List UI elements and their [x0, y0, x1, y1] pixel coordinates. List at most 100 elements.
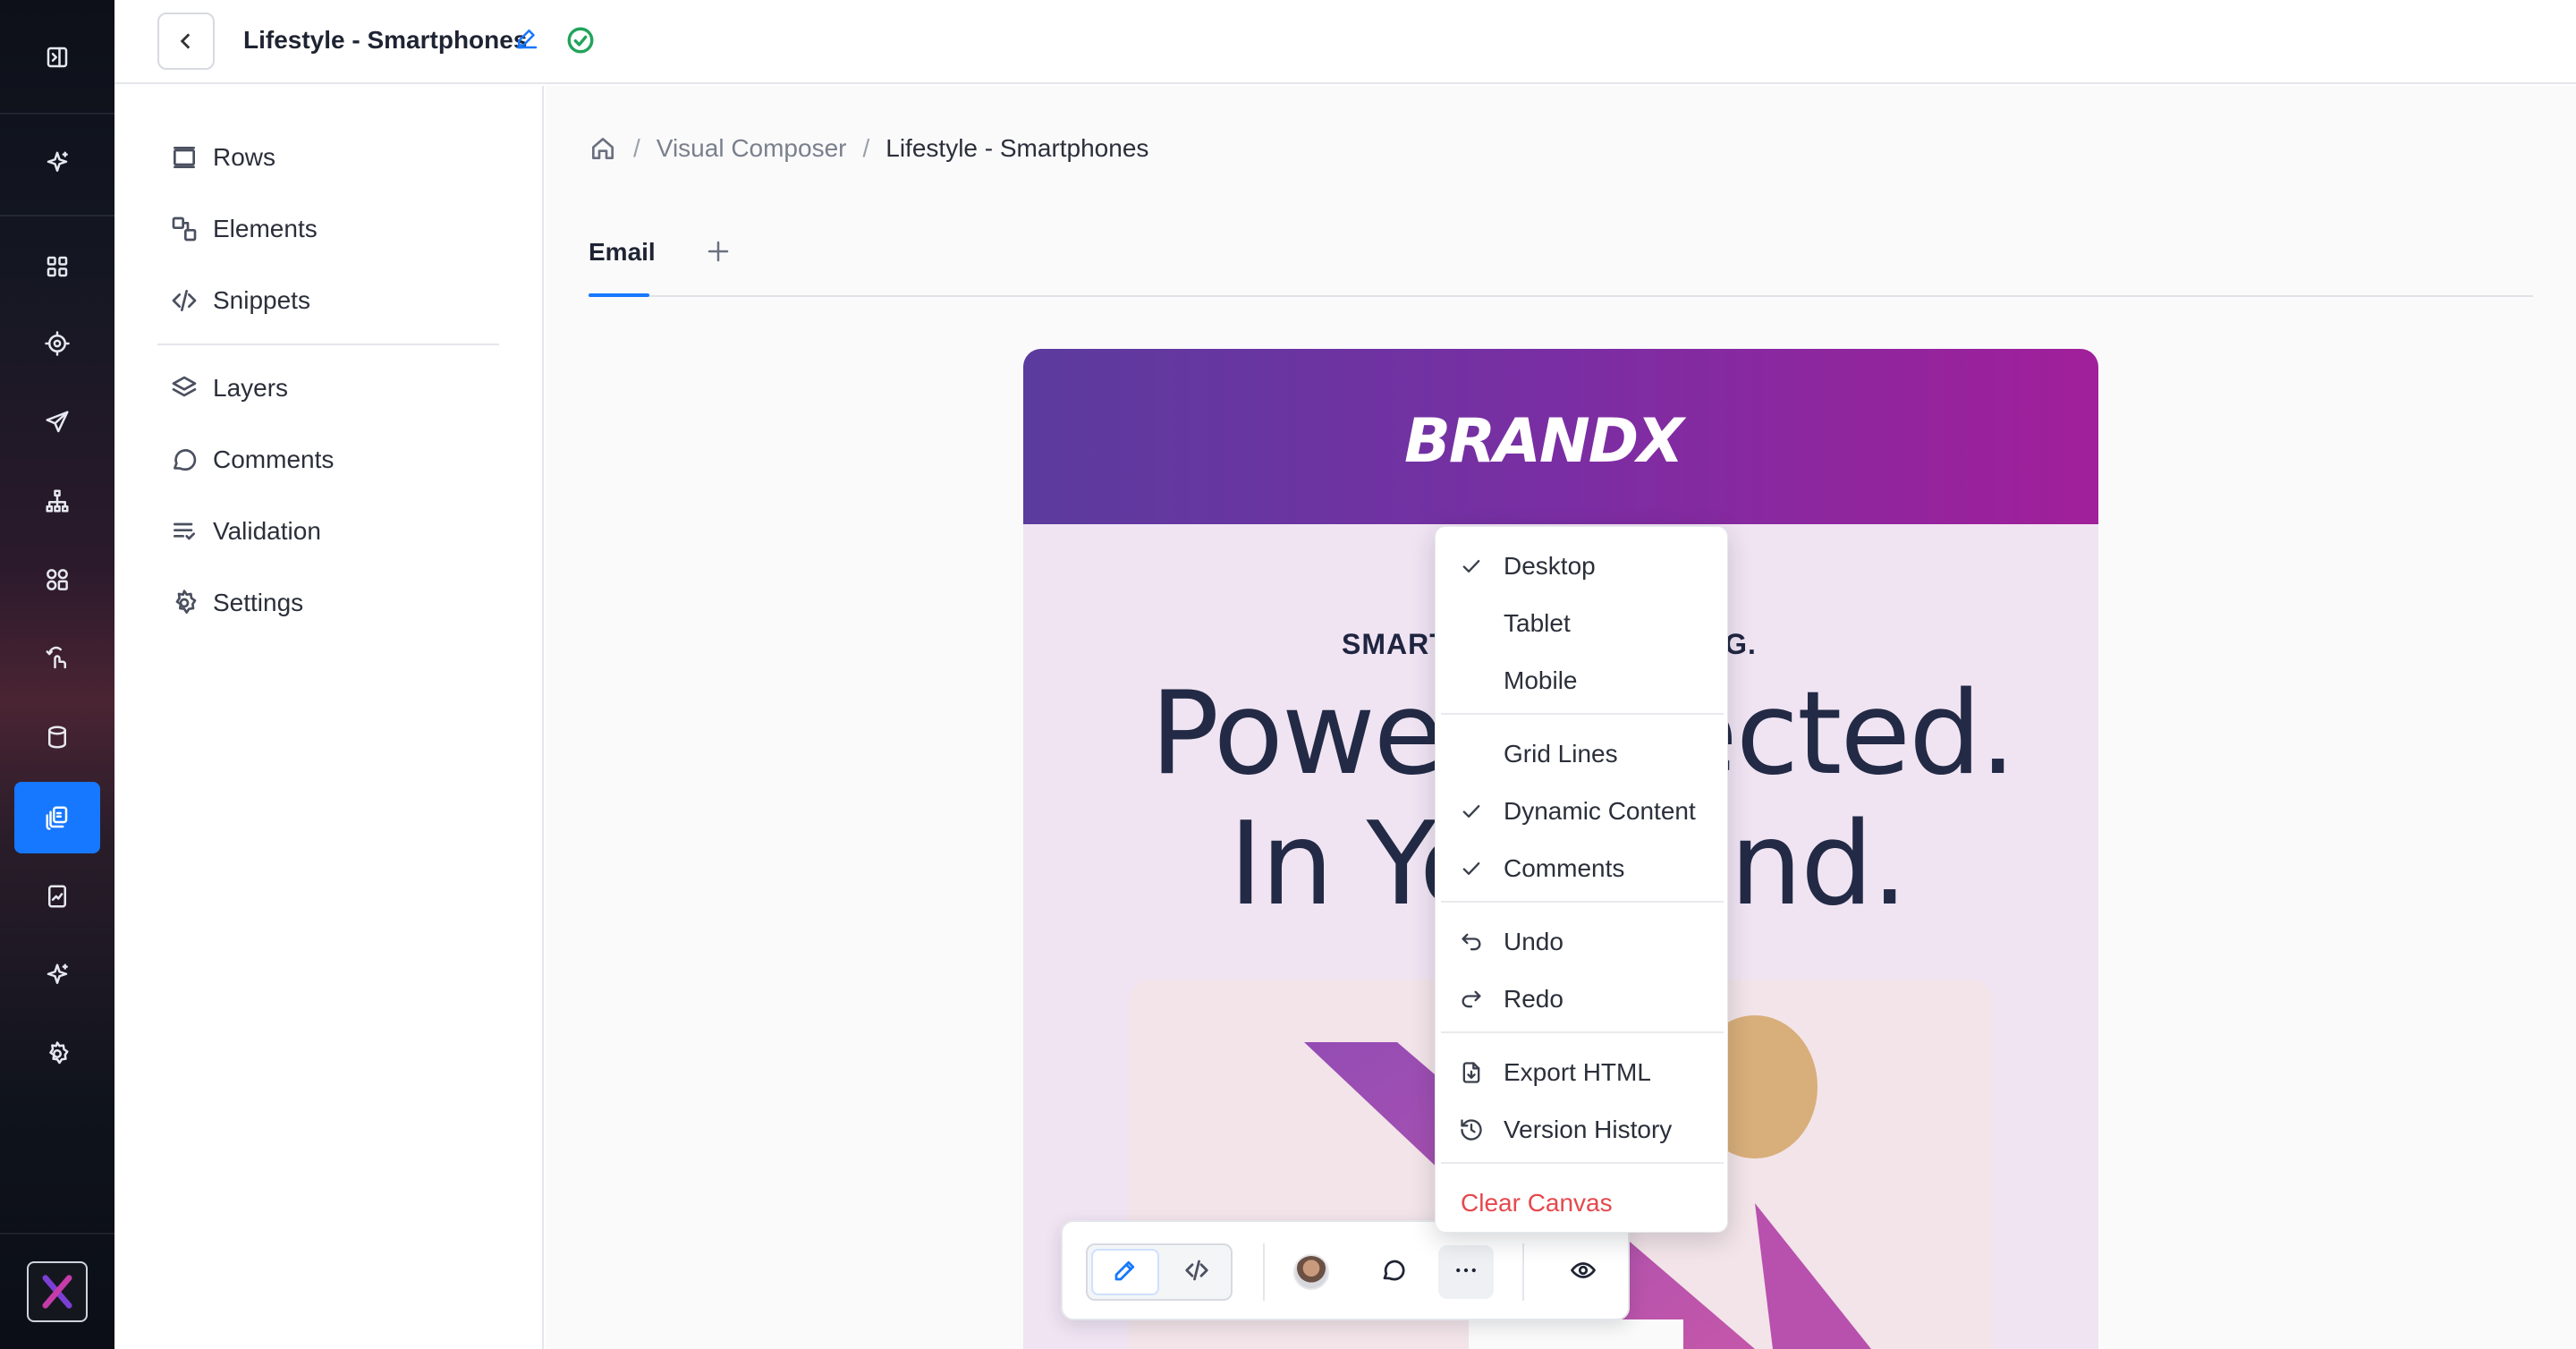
sidebar-item-snippets[interactable]: Snippets [170, 279, 310, 322]
elements-icon [172, 216, 197, 242]
report-icon[interactable] [39, 878, 75, 914]
brand-wordmark: BRANDX [1404, 406, 1687, 477]
shapes-icon[interactable] [39, 562, 75, 598]
settings-gear-icon[interactable] [39, 1036, 75, 1072]
avatar[interactable] [1293, 1254, 1329, 1290]
email-header[interactable]: BRANDX [1023, 349, 2098, 524]
tab-bar: Email [589, 238, 2533, 297]
composer-sidebar: Rows Elements Snippets Layers Comments V… [114, 86, 544, 1349]
sidebar-item-label: Layers [213, 374, 289, 402]
menu-item-label: Comments [1504, 854, 1625, 882]
rail-divider [0, 1233, 114, 1234]
menu-item-label: Tablet [1504, 609, 1571, 637]
menu-item-comments[interactable]: Comments [1436, 844, 1729, 894]
edit-title-icon[interactable] [513, 25, 542, 54]
code-mode-button[interactable] [1165, 1249, 1229, 1295]
menu-item-tablet[interactable]: Tablet [1436, 598, 1729, 649]
templates-icon[interactable] [39, 800, 75, 836]
eye-icon [1570, 1257, 1597, 1288]
sidebar-item-validation[interactable]: Validation [170, 510, 321, 553]
dashboard-icon[interactable] [39, 249, 75, 284]
code-icon [1183, 1257, 1210, 1288]
menu-item-label: Export HTML [1504, 1058, 1651, 1086]
rail-divider [0, 215, 114, 216]
check-icon [1462, 805, 1480, 818]
left-rail [0, 0, 114, 1349]
check-icon [1462, 862, 1480, 875]
gear-icon [175, 590, 197, 614]
menu-item-label: Mobile [1504, 666, 1578, 694]
validation-icon [174, 522, 195, 540]
back-button[interactable] [157, 13, 215, 70]
more-options-button[interactable] [1438, 1245, 1494, 1299]
toolbar-divider [1522, 1243, 1524, 1301]
sidebar-item-label: Rows [213, 143, 276, 171]
sidebar-item-comments[interactable]: Comments [170, 438, 334, 481]
menu-item-mobile[interactable]: Mobile [1436, 656, 1729, 706]
kicker-left: SMART [1342, 628, 1448, 660]
sidebar-divider [157, 344, 499, 345]
comments-button[interactable] [1374, 1252, 1413, 1292]
top-bar: Lifestyle - Smartphones [114, 0, 2576, 84]
menu-item-label: Dynamic Content [1504, 797, 1696, 825]
menu-item-version-history[interactable]: Version History [1436, 1105, 1729, 1155]
collapse-panel-icon[interactable] [39, 39, 75, 75]
menu-item-clear-canvas[interactable]: Clear Canvas [1436, 1178, 1729, 1228]
sidebar-item-label: Elements [213, 215, 318, 242]
sidebar-item-rows[interactable]: Rows [170, 136, 275, 179]
more-horizontal-icon [1453, 1257, 1479, 1288]
touch-icon[interactable] [39, 641, 75, 676]
database-icon[interactable] [39, 719, 75, 755]
breadcrumb-separator: / [633, 134, 640, 162]
tab-active-indicator [589, 293, 649, 297]
sidebar-item-layers[interactable]: Layers [170, 367, 288, 410]
breadcrumb-separator: / [862, 134, 870, 162]
ai-sparkle-icon[interactable] [39, 957, 75, 993]
tab-email[interactable]: Email [589, 238, 656, 297]
send-icon[interactable] [39, 404, 75, 440]
history-icon [1461, 1119, 1482, 1141]
add-tab-button[interactable] [705, 238, 737, 270]
chevron-left-icon [180, 33, 191, 49]
design-mode-button[interactable] [1091, 1249, 1159, 1295]
sidebar-item-elements[interactable]: Elements [170, 208, 318, 250]
sidebar-item-label: Snippets [213, 286, 310, 314]
preview-button[interactable] [1563, 1252, 1603, 1292]
menu-item-dynamic-content[interactable]: Dynamic Content [1436, 786, 1729, 836]
sidebar-item-label: Settings [213, 589, 304, 616]
pencil-icon [1112, 1257, 1139, 1288]
layers-icon [172, 376, 197, 397]
app-logo[interactable] [27, 1261, 88, 1322]
export-icon [1462, 1062, 1480, 1083]
comment-icon [1380, 1257, 1407, 1288]
target-icon[interactable] [39, 326, 75, 361]
brand-logo: BRANDX [1404, 406, 1689, 477]
sparkle-icon[interactable] [39, 145, 75, 181]
rows-icon [174, 147, 195, 168]
breadcrumb-visual-composer[interactable]: Visual Composer [657, 134, 847, 163]
menu-item-label: Undo [1504, 928, 1563, 955]
page-title: Lifestyle - Smartphones [243, 26, 528, 54]
menu-item-redo[interactable]: Redo [1436, 974, 1729, 1024]
hierarchy-icon[interactable] [39, 483, 75, 519]
sidebar-item-label: Comments [213, 445, 335, 473]
redo-icon [1462, 990, 1481, 1008]
menu-item-grid-lines[interactable]: Grid Lines [1436, 729, 1729, 779]
menu-item-export-html[interactable]: Export HTML [1436, 1048, 1729, 1098]
plus-icon [708, 241, 729, 262]
menu-item-label: Version History [1504, 1116, 1673, 1143]
menu-item-label: Clear Canvas [1461, 1189, 1613, 1217]
menu-item-undo[interactable]: Undo [1436, 917, 1729, 967]
view-mode-toggle [1086, 1243, 1233, 1301]
editor-toolbar [1061, 1220, 1630, 1320]
comment-icon [174, 449, 197, 471]
toolbar-divider [1263, 1243, 1265, 1301]
menu-item-label: Grid Lines [1504, 740, 1618, 768]
more-options-menu: Desktop Tablet Mobile Grid Lines Dynamic… [1435, 526, 1728, 1233]
sidebar-item-label: Validation [213, 517, 321, 545]
home-icon[interactable] [589, 134, 617, 163]
menu-item-desktop[interactable]: Desktop [1436, 541, 1729, 591]
menu-item-label: Desktop [1504, 552, 1596, 580]
breadcrumb-current: Lifestyle - Smartphones [886, 134, 1149, 162]
sidebar-item-settings[interactable]: Settings [170, 581, 303, 624]
